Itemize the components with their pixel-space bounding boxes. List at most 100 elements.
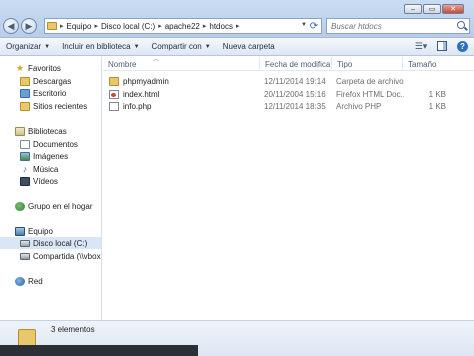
column-header-type[interactable]: Tipo — [331, 57, 402, 71]
column-type-label: Tipo — [337, 59, 353, 69]
file-name: phpmyadmin — [123, 77, 169, 86]
file-row[interactable]: info.php 12/11/2014 18:35 Archivo PHP 1 … — [103, 100, 474, 113]
nav-label: Equipo — [28, 226, 53, 236]
computer-icon — [15, 226, 25, 236]
file-size — [406, 75, 446, 88]
documents-icon — [20, 139, 30, 149]
search-icon[interactable] — [457, 21, 465, 29]
organize-button[interactable]: Organizar ▼ — [0, 38, 56, 56]
explorer-window: – ▭ ✕ ◀ ▶ ▸ Equipo ▸ Disco local (C:) ▸ … — [0, 0, 474, 356]
libraries-icon — [15, 126, 25, 136]
downloads-folder-icon — [20, 76, 30, 86]
html-file-icon — [109, 90, 119, 99]
chevron-down-icon: ▼ — [44, 43, 51, 50]
share-with-label: Compartir con — [151, 42, 202, 51]
star-icon: ★ — [15, 62, 25, 73]
nav-escritorio[interactable]: Escritorio — [20, 87, 66, 99]
search-input[interactable] — [331, 21, 451, 31]
refresh-icon[interactable]: ⟳ — [306, 18, 322, 34]
drive-icon — [20, 239, 30, 247]
preview-pane-icon[interactable] — [437, 41, 447, 51]
breadcrumb-separator[interactable]: ▸ — [60, 22, 64, 30]
include-library-label: Incluir en biblioteca — [62, 42, 131, 51]
nav-label: Vídeos — [33, 176, 58, 186]
back-button[interactable]: ◀ — [3, 18, 19, 34]
nav-red[interactable]: Red — [15, 275, 43, 287]
taskbar-strip — [0, 345, 198, 356]
nav-equipo[interactable]: Equipo — [15, 225, 53, 237]
file-name-cell: phpmyadmin — [109, 75, 259, 88]
title-bar: – ▭ ✕ ◀ ▶ ▸ Equipo ▸ Disco local (C:) ▸ … — [0, 0, 474, 38]
file-type: Archivo PHP — [336, 102, 382, 111]
item-count: 3 elementos — [51, 325, 95, 334]
view-controls: ☰▾ ? — [415, 40, 468, 52]
breadcrumb-separator[interactable]: ▸ — [94, 22, 98, 30]
folder-icon — [109, 77, 119, 86]
minimize-button[interactable]: – — [404, 4, 422, 14]
nav-label: Música — [33, 164, 59, 174]
nav-videos[interactable]: Vídeos — [20, 175, 58, 187]
column-header-date[interactable]: Fecha de modifica... — [259, 57, 331, 71]
breadcrumb-separator[interactable]: ▸ — [203, 22, 207, 30]
nav-musica[interactable]: ♪ Música — [20, 163, 59, 175]
column-header-name[interactable]: ︿ Nombre — [103, 57, 259, 71]
nav-label: Descargas — [33, 76, 72, 86]
file-name: index.html — [123, 90, 160, 99]
pictures-icon — [20, 151, 30, 161]
file-row[interactable]: phpmyadmin 12/11/2014 19:14 Carpeta de a… — [103, 75, 474, 88]
breadcrumb-apache22[interactable]: apache22 — [165, 22, 200, 31]
new-folder-button[interactable]: Nueva carpeta — [217, 38, 281, 56]
breadcrumb-equipo[interactable]: Equipo — [67, 22, 92, 31]
window-controls: – ▭ ✕ — [404, 4, 464, 14]
network-drive-icon — [20, 252, 30, 260]
nav-imagenes[interactable]: Imágenes — [20, 150, 68, 162]
column-date-label: Fecha de modifica... — [265, 59, 331, 69]
column-name-label: Nombre — [108, 59, 137, 69]
nav-label: Compartida (\\vbox — [33, 251, 101, 261]
desktop-icon — [20, 88, 30, 98]
forward-button[interactable]: ▶ — [21, 18, 37, 34]
nav-favorites[interactable]: ★ Favoritos — [15, 62, 61, 74]
file-type: Carpeta de archivos — [336, 77, 404, 86]
search-box[interactable] — [326, 18, 470, 34]
nav-disco-local[interactable]: Disco local (C:) — [0, 237, 101, 249]
share-with-button[interactable]: Compartir con ▼ — [146, 38, 217, 56]
chevron-down-icon: ▼ — [204, 43, 211, 50]
homegroup-icon — [15, 201, 25, 211]
view-options-icon[interactable]: ☰▾ — [415, 40, 428, 52]
back-arrow-icon: ◀ — [7, 20, 15, 31]
nav-label: Favoritos — [28, 63, 61, 73]
videos-icon — [20, 176, 30, 186]
column-size-label: Tamaño — [408, 59, 437, 69]
column-header-size[interactable]: Tamaño — [402, 57, 474, 71]
command-bar: Organizar ▼ Incluir en biblioteca ▼ Comp… — [0, 38, 474, 56]
column-header-row: ︿ Nombre Fecha de modifica... Tipo Tamañ… — [103, 57, 474, 71]
breadcrumb-separator[interactable]: ▸ — [236, 22, 240, 30]
nav-sitios-recientes[interactable]: Sitios recientes — [20, 100, 87, 112]
maximize-button[interactable]: ▭ — [423, 4, 441, 14]
close-button[interactable]: ✕ — [442, 4, 464, 14]
file-size: 1 KB — [428, 102, 446, 111]
include-library-button[interactable]: Incluir en biblioteca ▼ — [56, 38, 145, 56]
music-icon: ♪ — [22, 164, 28, 174]
breadcrumb-htdocs[interactable]: htdocs — [209, 22, 233, 31]
sort-caret-icon: ︿ — [153, 57, 160, 63]
chevron-down-icon: ▼ — [133, 43, 140, 50]
nav-documentos[interactable]: Documentos — [20, 138, 78, 150]
nav-bibliotecas[interactable]: Bibliotecas — [15, 125, 67, 137]
file-name-cell: info.php — [109, 100, 259, 113]
forward-arrow-icon: ▶ — [25, 20, 33, 31]
nav-label: Red — [28, 276, 43, 286]
organize-label: Organizar — [6, 42, 42, 51]
breadcrumb-separator[interactable]: ▸ — [158, 22, 162, 30]
nav-label: Imágenes — [33, 151, 69, 161]
nav-grupo-hogar[interactable]: Grupo en el hogar — [15, 200, 93, 212]
nav-descargas[interactable]: Descargas — [20, 75, 71, 87]
file-date: 12/11/2014 19:14 — [264, 77, 326, 86]
nav-compartida[interactable]: Compartida (\\vbox — [20, 250, 101, 262]
breadcrumb-disco-local[interactable]: Disco local (C:) — [101, 22, 155, 31]
help-icon[interactable]: ? — [457, 40, 468, 52]
nav-label: Disco local (C:) — [33, 238, 88, 248]
address-bar[interactable]: ▸ Equipo ▸ Disco local (C:) ▸ apache22 ▸… — [44, 18, 322, 34]
network-icon — [15, 276, 25, 286]
